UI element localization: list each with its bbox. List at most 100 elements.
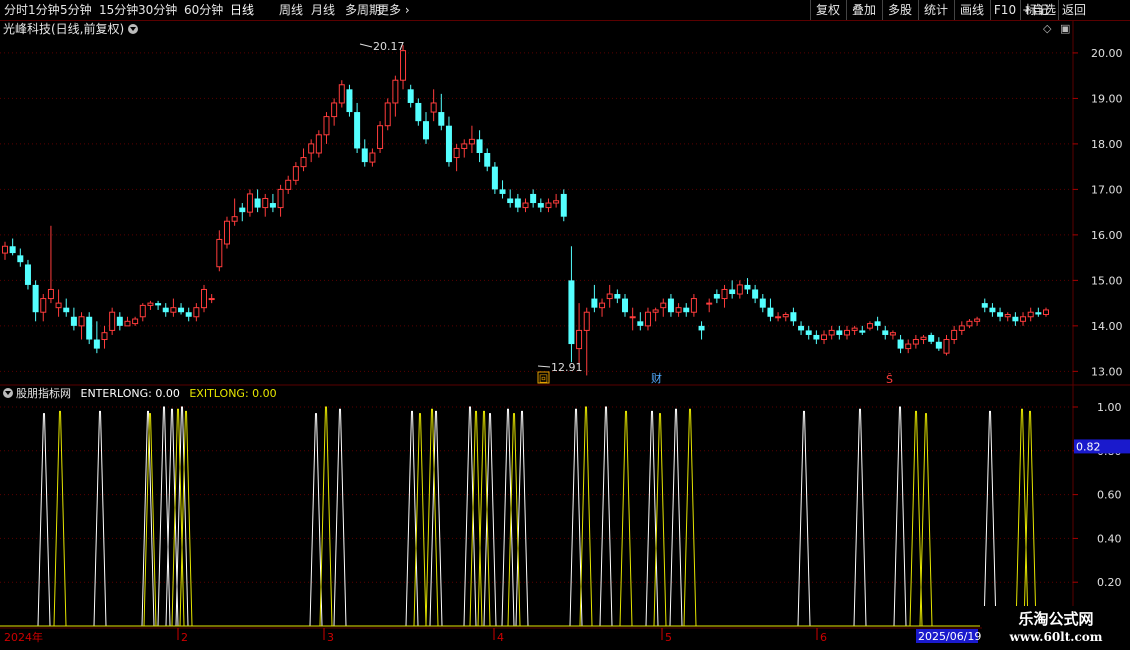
stock-chart[interactable]: 20.00 19.00 18.00 17.00 16.00 15.00 14.00 13.00… xyxy=(0,0,1130,650)
candle[interactable] xyxy=(361,139,368,167)
candle[interactable] xyxy=(935,337,942,351)
candle[interactable] xyxy=(201,284,208,313)
period-tab-6[interactable]: 日线 xyxy=(230,0,254,20)
candle[interactable] xyxy=(530,189,537,208)
candle[interactable] xyxy=(476,130,483,163)
candle[interactable] xyxy=(920,334,927,345)
candle[interactable] xyxy=(262,193,269,217)
candlestick-series[interactable] xyxy=(2,45,1049,376)
candle[interactable] xyxy=(667,294,674,317)
candle[interactable] xyxy=(974,316,981,326)
candle[interactable] xyxy=(178,303,185,315)
candle[interactable] xyxy=(86,312,93,345)
candle[interactable] xyxy=(407,84,414,108)
candle[interactable] xyxy=(155,300,162,310)
candle[interactable] xyxy=(721,284,728,308)
candle[interactable] xyxy=(499,180,506,199)
candle[interactable] xyxy=(231,198,238,226)
candle[interactable] xyxy=(101,325,108,349)
candle[interactable] xyxy=(614,289,621,304)
candle[interactable] xyxy=(736,280,743,299)
candle[interactable] xyxy=(859,325,866,335)
candle[interactable] xyxy=(331,98,338,126)
candle[interactable] xyxy=(47,225,54,304)
candle[interactable] xyxy=(591,284,598,313)
candle[interactable] xyxy=(147,300,154,310)
candle[interactable] xyxy=(70,307,77,331)
candle[interactable] xyxy=(637,312,644,331)
candle[interactable] xyxy=(752,284,759,304)
window-icon[interactable]: ▣ xyxy=(1060,22,1070,35)
candle[interactable] xyxy=(576,303,583,367)
toolbar-button-2[interactable]: 多股 xyxy=(882,0,917,20)
candle[interactable] xyxy=(377,121,384,153)
candle[interactable] xyxy=(239,203,246,222)
toolbar-button-5[interactable]: F10 xyxy=(990,0,1019,20)
candle[interactable] xyxy=(162,303,169,317)
candle[interactable] xyxy=(285,175,292,194)
candle[interactable] xyxy=(522,198,529,213)
toolbar-button-1[interactable]: 叠加 xyxy=(846,0,881,20)
candle[interactable] xyxy=(767,298,774,322)
candle[interactable] xyxy=(422,112,429,144)
candle[interactable] xyxy=(905,339,912,354)
candle[interactable] xyxy=(866,321,873,331)
candle[interactable] xyxy=(300,148,307,172)
candle[interactable] xyxy=(445,116,452,167)
candle[interactable] xyxy=(836,325,843,340)
candle[interactable] xyxy=(384,98,391,131)
toolbar-button-3[interactable]: 统计 xyxy=(918,0,953,20)
candle[interactable] xyxy=(1020,312,1027,326)
candle[interactable] xyxy=(966,319,973,329)
candle[interactable] xyxy=(851,325,858,335)
candle[interactable] xyxy=(354,102,361,153)
candle[interactable] xyxy=(1043,307,1049,317)
candle[interactable] xyxy=(139,303,146,322)
candle[interactable] xyxy=(415,98,422,126)
candle[interactable] xyxy=(606,284,613,308)
candle[interactable] xyxy=(828,325,835,340)
period-tab-10[interactable]: 更多 xyxy=(377,0,410,20)
candle[interactable] xyxy=(40,294,47,322)
candle[interactable] xyxy=(874,316,881,331)
candle[interactable] xyxy=(308,139,315,163)
candle[interactable] xyxy=(798,321,805,335)
candle[interactable] xyxy=(491,162,498,194)
toolbar-button-4[interactable]: 画线 xyxy=(954,0,989,20)
period-tab-4[interactable]: 30分钟 xyxy=(138,0,177,20)
candle[interactable] xyxy=(821,330,828,345)
candle[interactable] xyxy=(484,148,491,172)
candle[interactable] xyxy=(981,298,988,313)
candle[interactable] xyxy=(438,93,445,131)
candle[interactable] xyxy=(124,316,131,327)
candle[interactable] xyxy=(392,75,399,117)
candle[interactable] xyxy=(55,289,62,317)
candle[interactable] xyxy=(1027,307,1034,322)
candle[interactable] xyxy=(882,325,889,340)
candle[interactable] xyxy=(537,198,544,213)
toolbar-button-6[interactable]: +自选 xyxy=(1020,0,1057,20)
candle[interactable] xyxy=(805,325,812,340)
candle[interactable] xyxy=(583,307,590,376)
candle[interactable] xyxy=(644,307,651,331)
candle[interactable] xyxy=(943,334,950,356)
candle[interactable] xyxy=(706,298,713,313)
candle[interactable] xyxy=(629,307,636,331)
diamond-icon[interactable]: ◇ xyxy=(1043,22,1051,35)
candle[interactable] xyxy=(507,189,514,208)
candle[interactable] xyxy=(1004,312,1011,322)
period-tab-2[interactable]: 5分钟 xyxy=(60,0,92,20)
candle[interactable] xyxy=(897,334,904,354)
candle[interactable] xyxy=(24,259,31,290)
title-dropdown-icon[interactable] xyxy=(128,24,139,34)
candle[interactable] xyxy=(568,246,575,363)
candle[interactable] xyxy=(744,278,751,295)
candle[interactable] xyxy=(116,312,123,331)
period-tab-1[interactable]: 1分钟 xyxy=(28,0,60,20)
candle[interactable] xyxy=(928,332,935,345)
candle[interactable] xyxy=(622,294,629,317)
candle[interactable] xyxy=(17,248,24,267)
candle[interactable] xyxy=(1035,307,1042,317)
candle[interactable] xyxy=(729,280,736,299)
candle[interactable] xyxy=(514,193,521,213)
